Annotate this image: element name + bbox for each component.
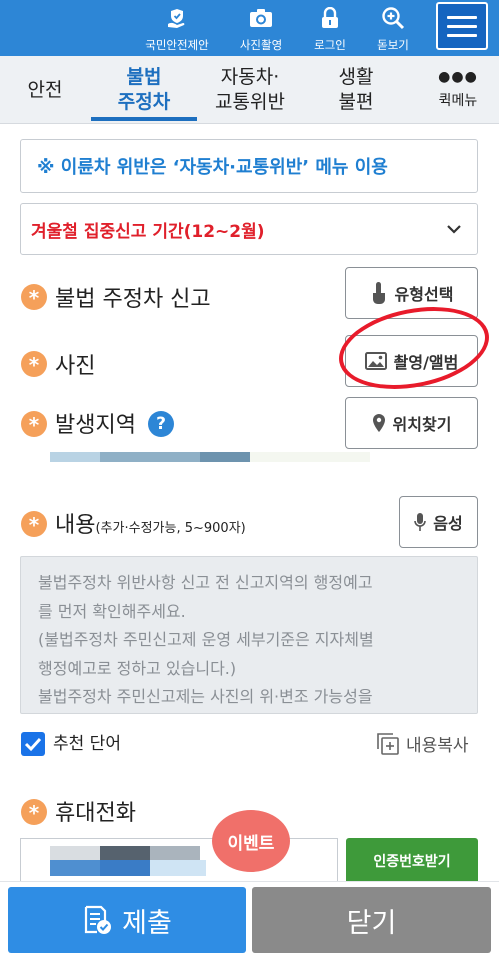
hamburger-menu-button[interactable] (436, 2, 488, 50)
find-location-button[interactable]: 위치찾기 (345, 397, 478, 449)
camera-label: 사진촬영 (239, 38, 283, 52)
phone-label: 휴대전화 (55, 801, 136, 826)
submit-label: 제출 (122, 907, 172, 939)
checkmark-icon (24, 737, 42, 752)
magnifier-label: 돋보기 (377, 38, 409, 52)
photo-label: 사진 (55, 354, 96, 379)
report-type-label: 불법 주정차 신고 (55, 287, 211, 312)
magnifier-button[interactable]: 돋보기 (371, 6, 415, 52)
location-pin-icon (372, 414, 385, 432)
content-sublabel: (추가·수정가능, 5~900자) (95, 521, 246, 536)
required-mark: * (21, 511, 47, 537)
tab-label-line2: 불편 (338, 91, 374, 113)
tab-safety[interactable]: 안전 (14, 56, 76, 124)
placeholder-line: 를 먼저 확인해주세요. (38, 601, 186, 621)
tab-label-line1: 자동차· (220, 66, 280, 88)
magnifier-plus-icon (381, 6, 405, 30)
safety-proposal-button[interactable]: 국민안전제안 (143, 6, 211, 52)
tab-illegal-parking[interactable]: 불법 주정차 (91, 56, 197, 124)
safety-proposal-icon (165, 6, 189, 30)
quick-menu-button[interactable]: ●●● 퀵메뉴 (424, 56, 492, 124)
microphone-icon (414, 513, 427, 531)
location-label: 발생지역 (55, 413, 136, 438)
submit-button[interactable]: 제출 (8, 887, 246, 953)
placeholder-line: (불법주정차 주민신고제 운영 세부기준은 지자체별 (38, 630, 374, 649)
select-type-label: 유형선택 (394, 285, 454, 304)
voice-input-label: 음성 (433, 514, 463, 533)
copy-content-button[interactable]: 내용복사 (376, 731, 469, 756)
tab-label-line2: 주정차 (117, 91, 171, 113)
period-select[interactable]: 겨울철 집중신고 기간(12~2월) (20, 203, 478, 255)
tab-label-line1: 불법 (126, 66, 162, 88)
help-icon[interactable]: ? (148, 411, 174, 437)
required-mark: * (21, 284, 47, 310)
recommend-words-label: 추천 단어 (53, 734, 121, 754)
redacted-phone (50, 846, 100, 860)
camera-icon (249, 6, 273, 30)
close-button[interactable]: 닫기 (252, 887, 491, 953)
placeholder-line: 행정예고로 정하고 있습니다.) (38, 658, 237, 678)
period-select-value: 겨울철 집중신고 기간(12~2월) (31, 221, 265, 242)
motorcycle-notice: ※ 이륜차 위반은 ‘자동차·교통위반’ 메뉴 이용 (20, 139, 478, 193)
lock-icon (318, 6, 342, 30)
chevron-down-icon (447, 225, 461, 234)
copy-plus-icon (377, 732, 399, 755)
more-dots-icon: ●●● (438, 69, 478, 85)
required-mark: * (21, 799, 47, 825)
tab-label-line1: 생활 (338, 66, 374, 88)
placeholder-line: 불법주정차 위반사항 신고 전 신고지역의 행정예고 (38, 573, 373, 592)
top-bar: 국민안전제안 사진촬영 로그인 돋보기 (0, 0, 499, 56)
recommend-words-checkbox[interactable] (21, 732, 45, 756)
content-label: 내용(추가·수정가능, 5~900자) (55, 513, 246, 538)
document-check-icon (85, 905, 112, 934)
placeholder-line: 불법주정차 주민신고제는 사진의 위·변조 가능성을 (38, 687, 373, 706)
safety-proposal-label: 국민안전제안 (145, 38, 209, 52)
camera-button[interactable]: 사진촬영 (235, 6, 287, 52)
login-button[interactable]: 로그인 (308, 6, 352, 52)
required-mark: * (21, 351, 47, 377)
tab-living-inconvenience[interactable]: 생활 불편 (325, 56, 387, 124)
active-tab-indicator (91, 117, 197, 121)
required-mark: * (21, 411, 47, 437)
event-badge[interactable]: 이벤트 (212, 810, 290, 872)
find-location-label: 위치찾기 (392, 415, 452, 434)
voice-input-button[interactable]: 음성 (399, 496, 478, 548)
tab-label: 안전 (27, 78, 63, 101)
redacted-address (50, 452, 100, 462)
request-verification-button[interactable]: 인증번호받기 (346, 838, 478, 884)
login-label: 로그인 (314, 38, 346, 52)
quick-menu-label: 퀵메뉴 (438, 93, 478, 109)
tab-label-line2: 교통위반 (215, 91, 285, 113)
tab-vehicle-traffic[interactable]: 자동차· 교통위반 (205, 56, 295, 124)
content-textarea[interactable]: 불법주정차 위반사항 신고 전 신고지역의 행정예고 를 먼저 확인해주세요. … (20, 556, 478, 714)
hamburger-icon (447, 15, 477, 19)
copy-content-label: 내용복사 (406, 736, 469, 756)
tap-hand-icon (372, 282, 385, 304)
